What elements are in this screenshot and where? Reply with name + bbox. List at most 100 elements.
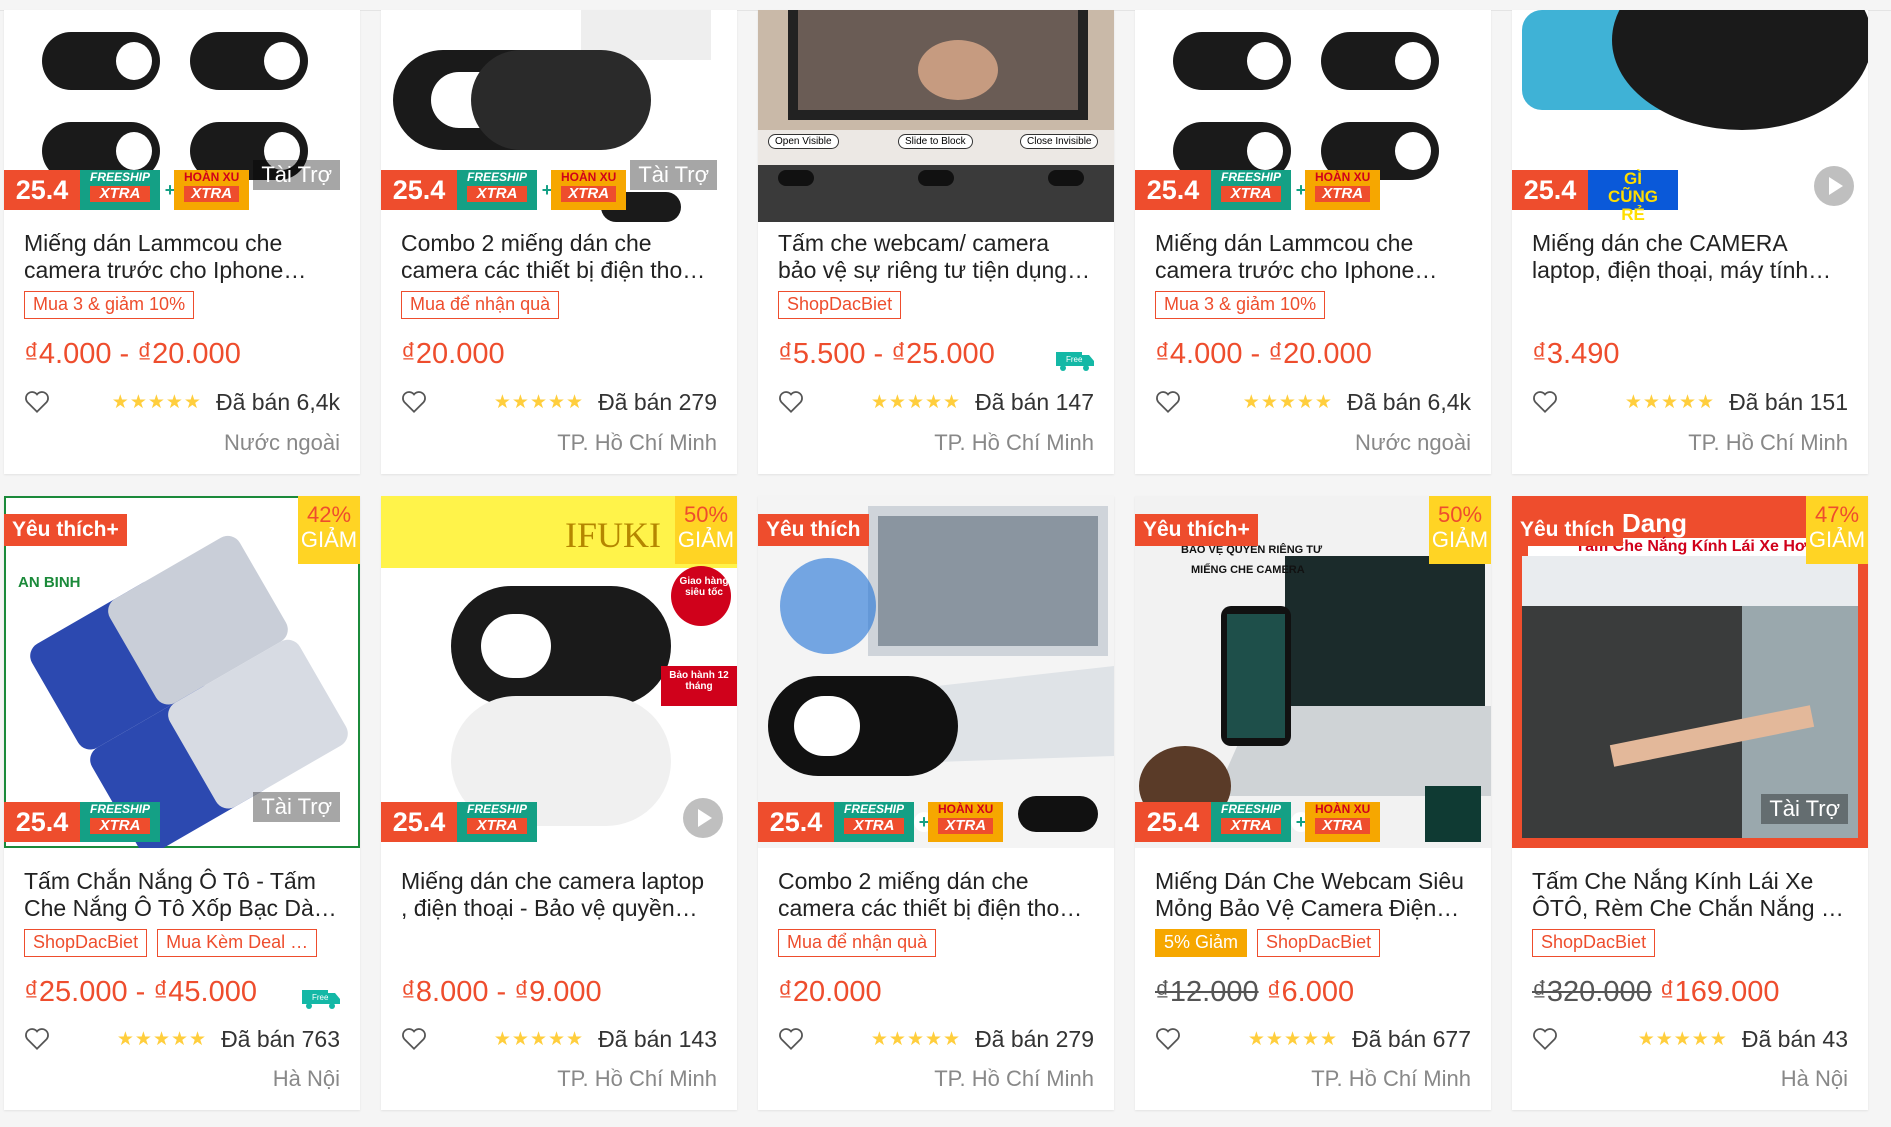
sold-count: Đã bán 151 xyxy=(1729,388,1848,415)
img-text: Bảo hành 12 tháng xyxy=(669,670,729,692)
heart-icon[interactable] xyxy=(24,1027,50,1051)
rating-stars: ★★★★★ xyxy=(116,1028,208,1050)
sale-date-badge: 25.4 xyxy=(1135,170,1211,210)
shop-tag: ShopDacBiet xyxy=(778,291,902,319)
product-title[interactable]: Combo 2 miếng dán che camera các thiết b… xyxy=(778,868,1094,922)
product-image[interactable]: AN BINH Yêu thích+ 42% GIẢM 25.4 FREESHIP… xyxy=(4,496,360,848)
location: TP. Hồ Chí Minh xyxy=(1311,1066,1471,1091)
product-card[interactable]: IFUKI Giao hàng siêu tốc Bảo hành 12 thá… xyxy=(381,496,737,1110)
stats-row: ★★★★★ Đã bán 677 xyxy=(1155,1024,1471,1054)
freeship-xtra-badge: FREESHIP XTRA xyxy=(80,802,161,842)
shop-tag: ShopDacBiet xyxy=(24,929,148,957)
product-card[interactable]: 25.4 FREESHIP XTRA + HOÀN XU XTRA Tài Trợ … xyxy=(381,10,737,474)
product-image[interactable]: 25.4 FREESHIP XTRA + HOÀN XU XTRA Tài Trợ xyxy=(4,10,360,222)
stats-row: ★★★★★ Đã bán 763 xyxy=(24,1024,340,1054)
sold-count: Đã bán 6,4k xyxy=(1346,388,1471,415)
heart-icon[interactable] xyxy=(24,390,50,414)
product-title[interactable]: Miếng Dán Che Webcam Siêu Mỏng Bảo Vệ Ca… xyxy=(1155,868,1471,922)
product-card[interactable]: BẢO VỆ QUYỀN RIÊNG TƯ MIẾNG CHE CAMERA Y… xyxy=(1135,496,1491,1110)
stats-row: ★★★★★ Đã bán 279 xyxy=(778,1024,1094,1054)
sold-count: Đã bán 763 xyxy=(221,1025,340,1052)
favorite-badge: Yêu thích xyxy=(1512,514,1623,546)
product-title[interactable]: Combo 2 miếng dán che camera các thiết b… xyxy=(401,230,717,284)
svg-text:Free: Free xyxy=(1066,355,1083,364)
stats-row: ★★★★★ Đã bán 143 xyxy=(401,1024,717,1054)
freeship-xtra-badge: FREESHIP XTRA xyxy=(834,802,915,842)
rating-stars: ★★★★★ xyxy=(870,1028,962,1050)
shop-tag: ShopDacBiet xyxy=(1532,929,1656,957)
product-title[interactable]: Miếng dán Lammcou che camera trước cho I… xyxy=(24,230,340,284)
sale-date-badge: 25.4 xyxy=(758,802,834,842)
rating-stars: ★★★★★ xyxy=(493,391,585,413)
img-text: Giao hàng siêu tốc xyxy=(679,576,729,598)
sold-count: Đã bán 143 xyxy=(598,1025,717,1052)
sponsored-label: Tài Trợ xyxy=(253,792,340,822)
heart-icon[interactable] xyxy=(401,390,427,414)
webcam-cover-image xyxy=(758,10,1114,222)
hoan-xu-xtra-badge: HOÀN XU XTRA xyxy=(1305,170,1381,210)
heart-icon[interactable] xyxy=(1155,1027,1181,1051)
product-title[interactable]: Miếng dán che CAMERA laptop, điện thoại,… xyxy=(1532,230,1848,284)
price: ₫12.000 ₫6.000 xyxy=(1155,976,1355,1008)
img-text: Open Visible xyxy=(768,134,839,149)
price: ₫20.000 xyxy=(778,976,882,1008)
product-image[interactable]: 25.4 FREESHIP XTRA + HOÀN XU XTRA Tài Trợ xyxy=(381,10,737,222)
location: Hà Nội xyxy=(272,1066,340,1091)
product-title[interactable]: Tấm Chắn Nắng Ô Tô - Tấm Che Nắng Ô Tô X… xyxy=(24,868,340,922)
product-image[interactable]: Open Visible Slide to Block Close Invisi… xyxy=(758,10,1114,222)
heart-icon[interactable] xyxy=(1532,390,1558,414)
favorite-badge: Yêu thích+ xyxy=(4,514,127,546)
shop-tag: ShopDacBiet xyxy=(1257,929,1381,957)
freeship-xtra-badge: FREESHIP XTRA xyxy=(457,170,538,210)
play-video-icon[interactable] xyxy=(1814,166,1854,206)
deal-tag: Mua Kèm Deal … xyxy=(157,929,318,957)
product-card[interactable]: Yêu thích 25.4 FREESHIP XTRA + HOÀN XU XTR… xyxy=(758,496,1114,1110)
stats-row: ★★★★★ Đã bán 43 xyxy=(1532,1024,1848,1054)
heart-icon[interactable] xyxy=(778,390,804,414)
sold-count: Đã bán 147 xyxy=(975,388,1094,415)
price: ₫320.000 ₫169.000 xyxy=(1532,976,1780,1008)
sold-count: Đã bán 279 xyxy=(598,388,717,415)
product-title[interactable]: Miếng dán che camera laptop , điện thoại… xyxy=(401,868,717,922)
product-image[interactable]: IFUKI Giao hàng siêu tốc Bảo hành 12 thá… xyxy=(381,496,737,848)
svg-text:Free: Free xyxy=(312,993,329,1002)
free-shipping-icon: Free xyxy=(1056,352,1094,371)
product-image[interactable]: 25.4 FREESHIP XTRA + HOÀN XU XTRA xyxy=(1135,10,1491,222)
product-image[interactable]: 25.4 GÌ CŨNG RẺ xyxy=(1512,10,1868,222)
sale-date-badge: 25.4 xyxy=(381,802,457,842)
tag-row: 5% Giảm ShopDacBiet xyxy=(1155,929,1481,957)
rating-stars: ★★★★★ xyxy=(1637,1028,1728,1050)
img-text: Dang xyxy=(1622,508,1687,538)
product-card[interactable]: 25.4 FREESHIP XTRA + HOÀN XU XTRA Miếng dá… xyxy=(1135,10,1491,474)
heart-icon[interactable] xyxy=(778,1027,804,1051)
product-image[interactable]: Dang Tấm Che Nắng Kính Lái Xe Hơi Yêu th… xyxy=(1512,496,1868,848)
product-card[interactable]: 25.4 GÌ CŨNG RẺ Miếng dán che CAMERA lap… xyxy=(1512,10,1868,474)
promo-tag: Mua để nhận quà xyxy=(778,929,937,957)
product-image[interactable]: Yêu thích 25.4 FREESHIP XTRA + HOÀN XU XTR… xyxy=(758,496,1114,848)
stats-row: ★★★★★ Đã bán 151 xyxy=(1532,387,1848,417)
product-title[interactable]: Miếng dán Lammcou che camera trước cho I… xyxy=(1155,230,1471,284)
heart-icon[interactable] xyxy=(1532,1027,1558,1051)
play-video-icon[interactable] xyxy=(683,798,723,838)
hoan-xu-xtra-badge: HOÀN XU XTRA xyxy=(928,802,1004,842)
product-title[interactable]: Tấm che webcam/ camera bảo vệ sự riêng t… xyxy=(778,230,1094,284)
heart-icon[interactable] xyxy=(1155,390,1181,414)
discount-badge: 50% GIẢM xyxy=(675,496,737,564)
product-card[interactable]: 25.4 FREESHIP XTRA + HOÀN XU XTRA Tài Trợ … xyxy=(4,10,360,474)
tag-row: Mua để nhận quà xyxy=(778,929,1104,957)
heart-icon[interactable] xyxy=(401,1027,427,1051)
sale-date-badge: 25.4 xyxy=(4,802,80,842)
laptop-camera-cover-image xyxy=(758,496,1114,848)
sponsored-label: Tài Trợ xyxy=(1761,794,1848,824)
price: ₫20.000 xyxy=(401,338,505,370)
stats-row: ★★★★★ Đã bán 6,4k xyxy=(1155,387,1471,417)
sale-date-badge: 25.4 xyxy=(4,170,80,210)
rating-stars: ★★★★★ xyxy=(493,1028,585,1050)
product-image[interactable]: BẢO VỆ QUYỀN RIÊNG TƯ MIẾNG CHE CAMERA Y… xyxy=(1135,496,1491,848)
favorite-badge: Yêu thích+ xyxy=(1135,514,1258,546)
product-card[interactable]: AN BINH Yêu thích+ 42% GIẢM 25.4 FREESHIP… xyxy=(4,496,360,1110)
product-card[interactable]: Dang Tấm Che Nắng Kính Lái Xe Hơi Yêu th… xyxy=(1512,496,1868,1110)
product-title[interactable]: Tấm Che Nắng Kính Lái Xe ÔTÔ, Rèm Che Ch… xyxy=(1532,868,1848,922)
product-card[interactable]: Open Visible Slide to Block Close Invisi… xyxy=(758,10,1114,474)
price: ₫4.000 - ₫20.000 xyxy=(24,338,241,370)
